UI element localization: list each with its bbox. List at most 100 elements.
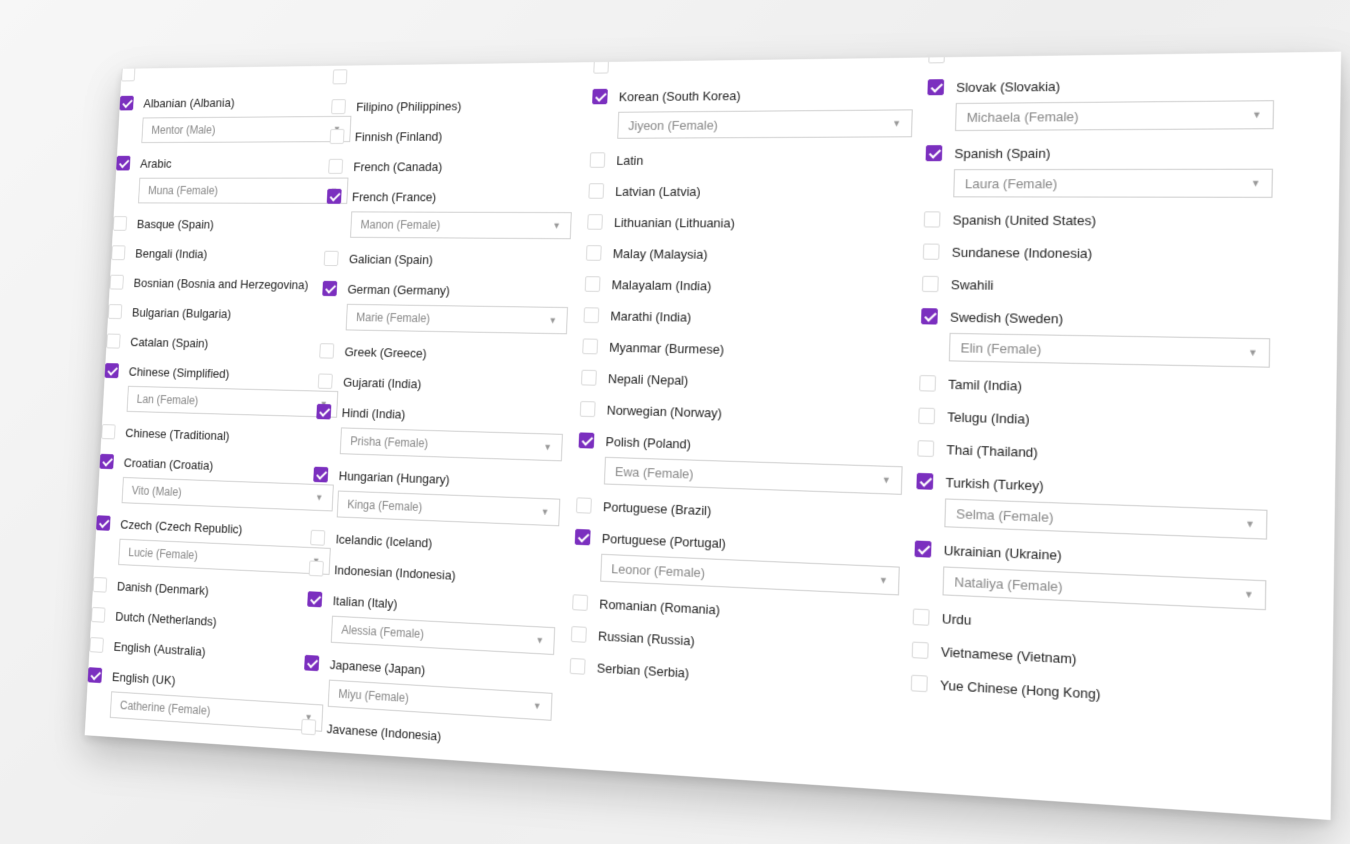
language-checkbox[interactable] bbox=[927, 79, 945, 96]
language-checkbox[interactable] bbox=[107, 304, 123, 320]
language-checkbox[interactable] bbox=[332, 69, 348, 85]
language-row[interactable]: Slovak (Slovakia) bbox=[927, 67, 1244, 103]
voice-select[interactable]: Elin (Female) ▼ bbox=[948, 332, 1271, 368]
language-checkbox[interactable] bbox=[911, 641, 929, 659]
language-row[interactable]: Sundanese (Indonesia) bbox=[922, 235, 1241, 270]
language-checkbox[interactable] bbox=[119, 95, 134, 111]
voice-select[interactable]: Muna (Female)▼ bbox=[138, 177, 349, 204]
language-checkbox[interactable] bbox=[308, 560, 324, 577]
language-row[interactable] bbox=[593, 52, 886, 82]
language-checkbox[interactable] bbox=[331, 99, 346, 115]
language-checkbox[interactable] bbox=[917, 440, 935, 458]
language-checkbox[interactable] bbox=[307, 591, 323, 608]
language-checkbox[interactable] bbox=[919, 375, 937, 392]
language-row[interactable]: Malayalam (India) bbox=[584, 268, 879, 303]
language-checkbox[interactable] bbox=[326, 188, 342, 204]
language-row[interactable]: French (France) bbox=[326, 181, 603, 212]
language-label: German (Germany) bbox=[347, 281, 451, 298]
language-checkbox[interactable] bbox=[316, 403, 332, 420]
language-label: Serbian (Serbia) bbox=[596, 659, 690, 681]
chevron-down-icon: ▼ bbox=[1245, 518, 1256, 530]
language-checkbox[interactable] bbox=[584, 276, 601, 292]
language-row[interactable]: Finnish (Finland) bbox=[329, 120, 605, 152]
language-row[interactable]: Marathi (India) bbox=[583, 300, 879, 336]
language-checkbox[interactable] bbox=[582, 338, 599, 355]
language-row[interactable]: Lithuanian (Lithuania) bbox=[587, 206, 882, 239]
voice-select[interactable]: Laura (Female) ▼ bbox=[953, 168, 1273, 198]
language-row[interactable]: Latin bbox=[589, 143, 883, 175]
language-checkbox[interactable] bbox=[574, 528, 591, 546]
language-checkbox[interactable] bbox=[579, 401, 596, 418]
language-checkbox[interactable] bbox=[587, 214, 603, 230]
language-checkbox[interactable] bbox=[593, 58, 610, 74]
language-row[interactable]: Swahili bbox=[921, 268, 1241, 304]
language-checkbox[interactable] bbox=[921, 308, 938, 325]
voice-select-value: Manon (Female) bbox=[360, 218, 441, 232]
language-checkbox[interactable] bbox=[87, 667, 103, 684]
language-checkbox[interactable] bbox=[578, 432, 595, 449]
language-checkbox[interactable] bbox=[323, 250, 339, 266]
language-checkbox[interactable] bbox=[329, 128, 345, 144]
language-checkbox[interactable] bbox=[572, 594, 589, 611]
language-checkbox[interactable] bbox=[301, 718, 317, 736]
language-checkbox[interactable] bbox=[304, 654, 320, 672]
language-checkbox[interactable] bbox=[914, 540, 932, 558]
language-checkbox[interactable] bbox=[569, 657, 586, 675]
language-checkbox[interactable] bbox=[581, 369, 597, 386]
language-checkbox[interactable] bbox=[588, 183, 605, 199]
language-checkbox[interactable] bbox=[109, 274, 124, 290]
language-checkbox[interactable] bbox=[583, 307, 600, 324]
language-checkbox[interactable] bbox=[310, 529, 326, 546]
language-row[interactable]: Malay (Malaysia) bbox=[585, 237, 881, 271]
language-row[interactable] bbox=[332, 58, 608, 92]
language-row[interactable]: Galician (Spain) bbox=[323, 243, 600, 276]
language-row[interactable]: French (Canada) bbox=[328, 150, 605, 181]
language-checkbox[interactable] bbox=[319, 343, 335, 359]
language-row[interactable]: Filipino (Philippines) bbox=[331, 89, 607, 122]
language-checkbox[interactable] bbox=[921, 275, 939, 293]
language-checkbox[interactable] bbox=[928, 51, 946, 64]
language-checkbox[interactable] bbox=[104, 363, 120, 379]
language-checkbox[interactable] bbox=[910, 674, 928, 693]
language-checkbox[interactable] bbox=[96, 515, 111, 531]
voice-select[interactable]: Jiyeon (Female) ▼ bbox=[617, 109, 913, 139]
language-checkbox[interactable] bbox=[322, 280, 338, 297]
language-checkbox[interactable] bbox=[589, 152, 606, 168]
language-checkbox[interactable] bbox=[112, 216, 128, 231]
language-checkbox[interactable] bbox=[111, 245, 126, 261]
language-row[interactable]: Korean (South Korea) bbox=[592, 78, 886, 112]
language-checkbox[interactable] bbox=[925, 145, 943, 162]
language-checkbox[interactable] bbox=[328, 158, 344, 174]
voice-select[interactable]: Lan (Female)▼ bbox=[126, 385, 339, 418]
language-checkbox[interactable] bbox=[570, 626, 587, 643]
language-checkbox[interactable] bbox=[92, 576, 108, 593]
language-checkbox[interactable] bbox=[89, 637, 104, 653]
language-row[interactable]: German (Germany) bbox=[322, 273, 600, 307]
language-checkbox[interactable] bbox=[918, 407, 936, 425]
language-checkbox[interactable] bbox=[90, 606, 106, 623]
language-checkbox[interactable] bbox=[585, 245, 602, 261]
language-checkbox[interactable] bbox=[592, 88, 608, 105]
voice-select[interactable]: Marie (Female) ▼ bbox=[345, 303, 568, 335]
language-checkbox[interactable] bbox=[317, 373, 333, 390]
language-checkbox[interactable] bbox=[575, 497, 592, 514]
language-checkbox[interactable] bbox=[912, 608, 930, 626]
voice-select[interactable]: Mentor (Male)▼ bbox=[141, 115, 352, 144]
language-row[interactable]: Spanish (Spain) bbox=[925, 136, 1242, 170]
language-checkbox[interactable] bbox=[116, 155, 131, 171]
language-checkbox[interactable] bbox=[922, 243, 940, 260]
chevron-down-icon: ▼ bbox=[881, 474, 892, 486]
language-row[interactable]: Spanish (United States) bbox=[923, 203, 1241, 237]
voice-select[interactable]: Prisha (Female) ▼ bbox=[339, 427, 563, 462]
language-checkbox[interactable] bbox=[313, 466, 329, 483]
language-checkbox[interactable] bbox=[101, 424, 116, 440]
language-checkbox[interactable] bbox=[106, 333, 121, 349]
language-checkbox[interactable] bbox=[99, 453, 114, 470]
voice-select[interactable]: Michaela (Female) ▼ bbox=[955, 100, 1275, 132]
language-checkbox[interactable] bbox=[916, 472, 934, 490]
language-row[interactable]: Latvian (Latvia) bbox=[588, 175, 882, 207]
language-checkbox[interactable] bbox=[923, 211, 941, 228]
voice-select[interactable]: Manon (Female) ▼ bbox=[350, 211, 572, 240]
language-row[interactable]: Swedish (Sweden) bbox=[921, 300, 1240, 338]
language-checkbox[interactable] bbox=[121, 66, 136, 82]
